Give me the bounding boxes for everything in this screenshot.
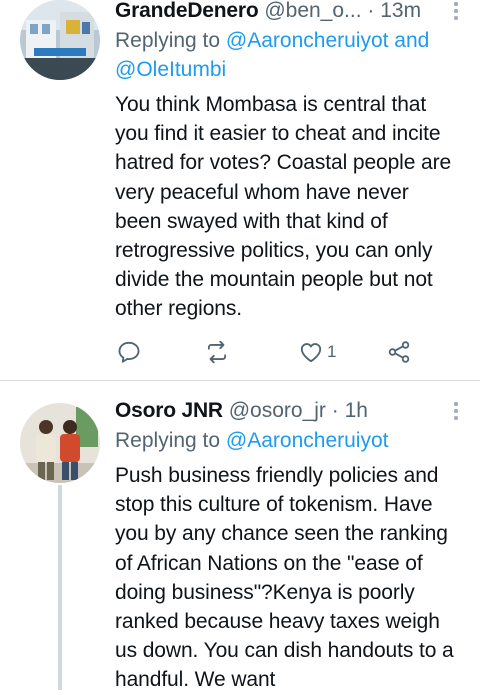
timestamp[interactable]: · 13m xyxy=(367,0,421,22)
avatar-photo xyxy=(20,0,100,80)
share-icon xyxy=(388,341,410,363)
tweet-text: Push business friendly policies and stop… xyxy=(115,464,454,692)
tweet[interactable]: GrandeDenero @ben_o... · 13m Replying to… xyxy=(0,0,480,380)
replying-prefix: Replying to xyxy=(115,29,221,52)
avatar[interactable] xyxy=(20,0,100,80)
tweet[interactable]: Osoro JNR @osoro_jr · 1h Replying to @Aa… xyxy=(0,381,480,691)
more-icon[interactable] xyxy=(446,0,466,23)
replying-prefix: Replying to xyxy=(115,429,221,452)
more-icon[interactable] xyxy=(446,399,466,423)
author-handle[interactable]: @osoro_jr xyxy=(229,399,326,422)
like-button[interactable]: 1 xyxy=(298,334,336,370)
retweet-icon xyxy=(207,340,227,364)
tweet-text: You think Mombasa is central that you fi… xyxy=(115,93,452,321)
mention-link[interactable]: @Aaroncheruiyot xyxy=(226,429,389,452)
mention-link[interactable]: @Aaroncheruiyot and xyxy=(226,29,429,52)
retweet-button[interactable] xyxy=(204,334,230,370)
heart-icon xyxy=(300,343,322,363)
timestamp[interactable]: · 1h xyxy=(332,399,368,422)
replying-to: Replying to @Aaroncheruiyot xyxy=(115,426,460,455)
share-button[interactable] xyxy=(386,334,412,370)
avatar-photo xyxy=(20,403,100,483)
author-name[interactable]: GrandeDenero xyxy=(115,0,259,22)
replying-to: Replying to @Aaroncheruiyot and @OleItum… xyxy=(115,26,460,84)
like-count: 1 xyxy=(327,342,337,361)
author-name[interactable]: Osoro JNR xyxy=(115,399,223,422)
reply-icon xyxy=(118,341,140,363)
author-handle[interactable]: @ben_o... xyxy=(264,0,361,22)
tweet-actions: 1 xyxy=(116,334,416,370)
avatar[interactable] xyxy=(20,403,100,483)
thread-line xyxy=(58,485,62,690)
reply-button[interactable] xyxy=(116,334,142,370)
mention-link[interactable]: @OleItumbi xyxy=(115,58,226,81)
